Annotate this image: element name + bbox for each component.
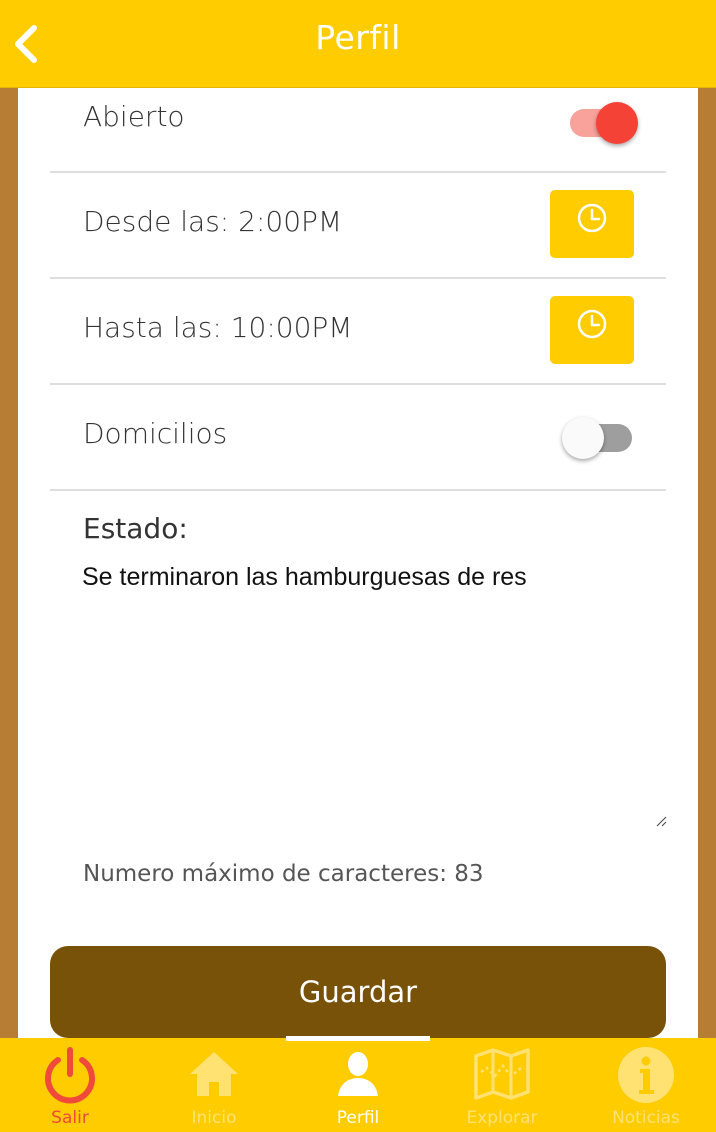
- nav-item-inicio[interactable]: Inicio: [142, 1038, 286, 1132]
- toggle-knob: [596, 102, 638, 144]
- abierto-label: Abierto: [83, 100, 185, 133]
- hasta-label: Hasta las: 10:00PM: [83, 311, 353, 344]
- clock-icon: [577, 309, 607, 339]
- nav-item-perfil[interactable]: Perfil: [286, 1038, 430, 1132]
- active-tab-indicator: [286, 1036, 430, 1041]
- nav-item-explorar[interactable]: Explorar: [430, 1038, 574, 1132]
- nav-label-noticias: Noticias: [612, 1108, 680, 1128]
- info-icon: [574, 1046, 716, 1104]
- home-icon: [142, 1046, 286, 1104]
- nav-label-explorar: Explorar: [466, 1108, 538, 1128]
- domicilios-toggle[interactable]: [562, 416, 636, 460]
- power-icon: [0, 1046, 142, 1104]
- row-hasta: Hasta las: 10:00PM: [50, 279, 666, 385]
- nav-item-salir[interactable]: Salir: [0, 1038, 142, 1132]
- map-icon: [430, 1046, 574, 1104]
- toggle-knob: [562, 417, 604, 459]
- abierto-toggle[interactable]: [566, 101, 640, 145]
- page-title: Perfil: [315, 18, 401, 57]
- bottom-nav: Salir Inicio Perfil Explorar Noticias: [0, 1038, 716, 1132]
- nav-item-noticias[interactable]: Noticias: [574, 1038, 716, 1132]
- nav-label-inicio: Inicio: [191, 1108, 237, 1128]
- row-desde: Desde las: 2:00PM: [50, 173, 666, 279]
- hasta-time-button[interactable]: [550, 296, 634, 364]
- profile-card: Abierto Desde las: 2:00PM Hasta las: 10:…: [18, 87, 698, 1038]
- app-header: Perfil: [0, 0, 716, 88]
- nav-label-perfil: Perfil: [336, 1108, 380, 1128]
- estado-label: Estado:: [83, 512, 188, 545]
- save-button[interactable]: Guardar: [50, 946, 666, 1038]
- resize-grip-icon[interactable]: [655, 815, 667, 827]
- desde-label: Desde las: 2:00PM: [83, 205, 343, 238]
- nav-label-salir: Salir: [51, 1108, 89, 1128]
- desde-time-button[interactable]: [550, 190, 634, 258]
- user-icon: [286, 1046, 430, 1104]
- clock-icon: [577, 203, 607, 233]
- max-characters-text: Numero máximo de caracteres: 83: [83, 861, 484, 887]
- row-domicilios: Domicilios: [50, 385, 666, 491]
- estado-textarea[interactable]: Se terminaron las hamburguesas de res: [82, 559, 666, 825]
- domicilios-label: Domicilios: [83, 417, 228, 450]
